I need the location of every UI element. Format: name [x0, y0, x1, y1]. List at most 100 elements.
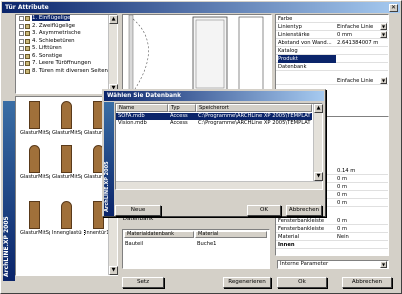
property-row: Material Nein: [276, 233, 388, 241]
property-key: Linientyp: [278, 24, 302, 30]
property-key: Produkt: [278, 55, 336, 63]
ok-button[interactable]: Ok: [277, 277, 327, 288]
door-thumbnail[interactable]: GlasturMitSp...: [52, 99, 82, 141]
folder-icon: [25, 23, 30, 29]
property-row[interactable]: Abstand von Wand... 2.641384007 m: [276, 39, 388, 47]
tree-item[interactable]: 1. Einflügelige: [16, 15, 117, 23]
property-row[interactable]: Linienstärke 0 mm ▼: [276, 31, 388, 39]
column-header[interactable]: Material: [195, 231, 267, 238]
list-horizontal-scrollbar[interactable]: [116, 181, 322, 189]
expand-icon[interactable]: [19, 38, 24, 44]
new-database-button[interactable]: Neue Datenbank: [115, 205, 161, 222]
thumbnail-caption: GlasturMitSp...: [52, 174, 82, 180]
column-header[interactable]: Materialdatenbank: [124, 231, 194, 238]
material-table[interactable]: Materialdatenbank Material Bauteil Buche…: [122, 229, 270, 269]
database-type: Access: [170, 113, 188, 119]
scroll-down-icon[interactable]: ▼: [109, 266, 118, 275]
scroll-down-icon[interactable]: ▼: [314, 172, 323, 181]
database-list[interactable]: Name Typ Speicherort SOFA.mdb Access C:\Pr…: [115, 103, 323, 190]
set-button[interactable]: Setz: [122, 277, 164, 288]
folder-icon: [25, 46, 30, 51]
regenerate-button[interactable]: Regenerieren: [223, 277, 271, 288]
property-row[interactable]: Linientyp Einfache Linie ▼: [276, 23, 388, 31]
property-row[interactable]: Katalog: [276, 47, 388, 55]
window-titlebar: Tür Attribute ✕: [2, 2, 400, 13]
tree-item[interactable]: 4. Schiebetüren: [16, 38, 117, 46]
expand-icon[interactable]: [19, 16, 24, 21]
door-icon: [29, 201, 40, 229]
category-tree[interactable]: 1. Einflügelige 2. Zweiflügelige 3. Asymme…: [15, 14, 118, 94]
database-row[interactable]: SOFA.mdb Access C:\Programme\ARCHLine XP 2…: [116, 113, 312, 120]
chevron-down-icon[interactable]: ▼: [380, 23, 387, 30]
folder-icon: [25, 16, 30, 21]
parameter-type-combo[interactable]: Interne Parameter ▼: [277, 260, 389, 269]
property-row[interactable]: Einfache Linie ▼: [276, 77, 388, 85]
tree-item[interactable]: 2. Zweiflügelige: [16, 23, 117, 31]
folder-icon: [25, 61, 30, 66]
close-icon[interactable]: ✕: [389, 4, 398, 12]
door-icon: [29, 101, 40, 129]
dialog-ok-button[interactable]: OK: [247, 205, 281, 216]
property-key: Abstand von Wand...: [278, 40, 332, 46]
tree-item-label: 3. Asymmetrische: [32, 30, 81, 36]
tree-item[interactable]: 6. Sonstige: [16, 53, 117, 61]
tree-scrollbar[interactable]: ▲ ▼: [108, 15, 118, 93]
thumbnail-caption: GlasturMitSp...: [20, 130, 50, 136]
chevron-down-icon[interactable]: ▼: [380, 261, 387, 268]
tree-item-label: 1. Einflügelige: [32, 15, 71, 21]
property-row[interactable]: Datenbank: [276, 63, 388, 71]
expand-icon[interactable]: [19, 53, 24, 59]
door-icon: [29, 145, 40, 173]
dialog-title: Wählen Sie Datenbank: [107, 93, 181, 99]
folder-icon: [25, 38, 30, 44]
property-key: Linienstärke: [278, 32, 310, 38]
tree-item[interactable]: 5. Lifttüren: [16, 45, 117, 53]
property-row: Fensterbankleiste 0 m: [276, 217, 388, 225]
select-database-dialog: Wählen Sie Datenbank ArchLINE.XP 2005 Na…: [102, 89, 326, 222]
brand-strip: ArchLINE.XP 2005: [3, 101, 15, 281]
folder-icon: [25, 68, 30, 74]
expand-icon[interactable]: [19, 23, 24, 29]
scroll-up-icon[interactable]: ▲: [314, 104, 323, 113]
door-plan-drawing: [128, 14, 264, 94]
tree-item[interactable]: 8. Türen mit diversen Seiten: [16, 68, 117, 76]
property-row[interactable]: Farbe: [276, 15, 388, 23]
tree-items: 1. Einflügelige 2. Zweiflügelige 3. Asymme…: [16, 15, 117, 75]
door-icon: [61, 145, 72, 173]
chevron-down-icon[interactable]: ▼: [380, 31, 387, 38]
column-header-name[interactable]: Name: [116, 104, 168, 112]
scroll-up-icon[interactable]: ▲: [109, 15, 118, 24]
door-thumbnail[interactable]: GlasturMitSp...: [20, 99, 50, 141]
folder-icon: [25, 31, 30, 36]
cancel-button[interactable]: Abbrechen: [342, 277, 392, 288]
expand-icon[interactable]: [19, 68, 24, 74]
tree-item[interactable]: 3. Asymmetrische: [16, 30, 117, 38]
door-thumbnail[interactable]: GlasturMitSp...: [20, 199, 50, 241]
database-path: C:\Programme\ARCHLine XP 2005\TEMPLATES\…: [198, 113, 311, 119]
property-row: Fensterbankleiste 0 m: [276, 225, 388, 233]
tree-item-label: 8. Türen mit diversen Seiten: [32, 67, 108, 74]
property-key: Farbe: [278, 16, 293, 22]
dialog-cancel-button[interactable]: Abbrechen: [286, 205, 322, 216]
table-row[interactable]: Bauteil Buche1: [123, 240, 235, 248]
expand-icon[interactable]: [19, 46, 24, 51]
expand-icon[interactable]: [19, 31, 24, 36]
database-name: Vision.mdb: [118, 120, 147, 126]
chevron-down-icon[interactable]: ▼: [380, 77, 387, 84]
database-row[interactable]: Vision.mdb Access C:\Programme\ARCHLine XP…: [116, 120, 312, 127]
property-row: Innen: [276, 241, 388, 249]
property-key: Datenbank: [278, 64, 307, 70]
tree-item[interactable]: 7. Leere Türöffnungen: [16, 60, 117, 68]
door-thumbnail[interactable]: Innenglastür...: [52, 199, 82, 241]
column-header-location[interactable]: Speicherort: [196, 104, 312, 112]
door-icon: [61, 101, 72, 129]
door-thumbnail[interactable]: GlasturMitSp...: [20, 143, 50, 185]
property-row[interactable]: Produkt: [276, 55, 388, 63]
folder-icon: [25, 53, 30, 59]
column-header-type[interactable]: Typ: [168, 104, 196, 112]
expand-icon[interactable]: [19, 61, 24, 66]
list-scrollbar[interactable]: ▲ ▼: [313, 104, 323, 181]
brand-label: ArchLINE.XP 2005: [3, 216, 10, 277]
tree-item-label: 2. Zweiflügelige: [32, 22, 76, 29]
door-thumbnail[interactable]: GlasturMitSp...: [52, 143, 82, 185]
